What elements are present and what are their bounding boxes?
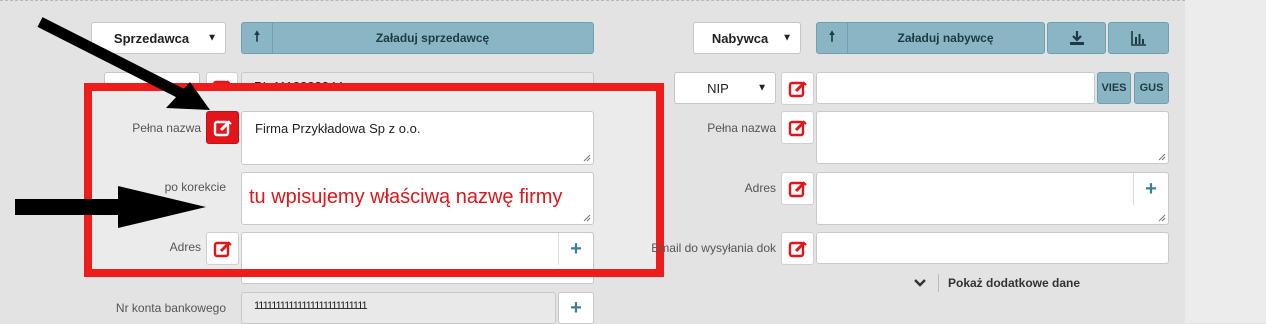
show-more-label: Pokaż dodatkowe dane bbox=[948, 276, 1081, 290]
buyer-email-field[interactable] bbox=[816, 232, 1169, 264]
chart-button[interactable] bbox=[1108, 22, 1169, 54]
show-more-toggle[interactable]: Pokaż dodatkowe dane bbox=[914, 274, 1080, 292]
buyer-type-value: Nabywca bbox=[711, 30, 769, 46]
plus-icon[interactable]: + bbox=[1133, 173, 1168, 205]
vies-label: VIES bbox=[1101, 82, 1127, 94]
annotation-arrows bbox=[15, 17, 210, 228]
buyer-address-field[interactable]: + bbox=[816, 172, 1169, 225]
buyer-full-name-edit-button[interactable] bbox=[781, 111, 814, 144]
gus-button[interactable]: GUS bbox=[1134, 72, 1169, 104]
buyer-address-edit-button[interactable] bbox=[781, 172, 814, 205]
caret-down-icon: ▼ bbox=[782, 32, 792, 44]
edit-icon bbox=[788, 180, 807, 197]
download-icon bbox=[1069, 31, 1084, 45]
arrow-up-icon: 🠕 bbox=[828, 28, 835, 44]
arrow-diagonal-icon bbox=[37, 17, 210, 110]
arrow-horizontal-icon bbox=[15, 186, 206, 228]
buyer-type-select[interactable]: Nabywca ▼ bbox=[693, 22, 801, 54]
gus-label: GUS bbox=[1139, 82, 1164, 94]
download-button[interactable] bbox=[1047, 22, 1106, 54]
buyer-nip-edit-button[interactable] bbox=[781, 72, 814, 105]
resize-grip-icon bbox=[1158, 153, 1166, 161]
buyer-nip-select-value: NIP bbox=[707, 80, 729, 96]
buyer-full-name-label: Pełna nazwa bbox=[707, 121, 776, 135]
edit-icon bbox=[788, 119, 807, 136]
buyer-email-edit-button[interactable] bbox=[781, 232, 814, 265]
load-buyer-label: Załaduj nabywcę bbox=[897, 31, 994, 45]
buyer-nip-field[interactable] bbox=[816, 72, 1095, 104]
vies-button[interactable]: VIES bbox=[1097, 72, 1131, 104]
right-margin bbox=[1185, 0, 1266, 323]
buyer-address-label: Adres bbox=[744, 181, 776, 195]
bar-chart-icon bbox=[1130, 31, 1146, 46]
load-buyer-button[interactable]: 🠕 Załaduj nabywcę bbox=[816, 22, 1045, 54]
caret-down-icon: ▼ bbox=[757, 82, 767, 94]
edit-icon bbox=[788, 240, 807, 257]
buyer-nip-select[interactable]: NIP ▼ bbox=[674, 72, 776, 104]
buyer-full-name-field[interactable] bbox=[816, 111, 1169, 164]
resize-grip-icon bbox=[1158, 214, 1166, 222]
chevron-down-icon bbox=[914, 279, 926, 287]
edit-icon bbox=[788, 80, 807, 97]
